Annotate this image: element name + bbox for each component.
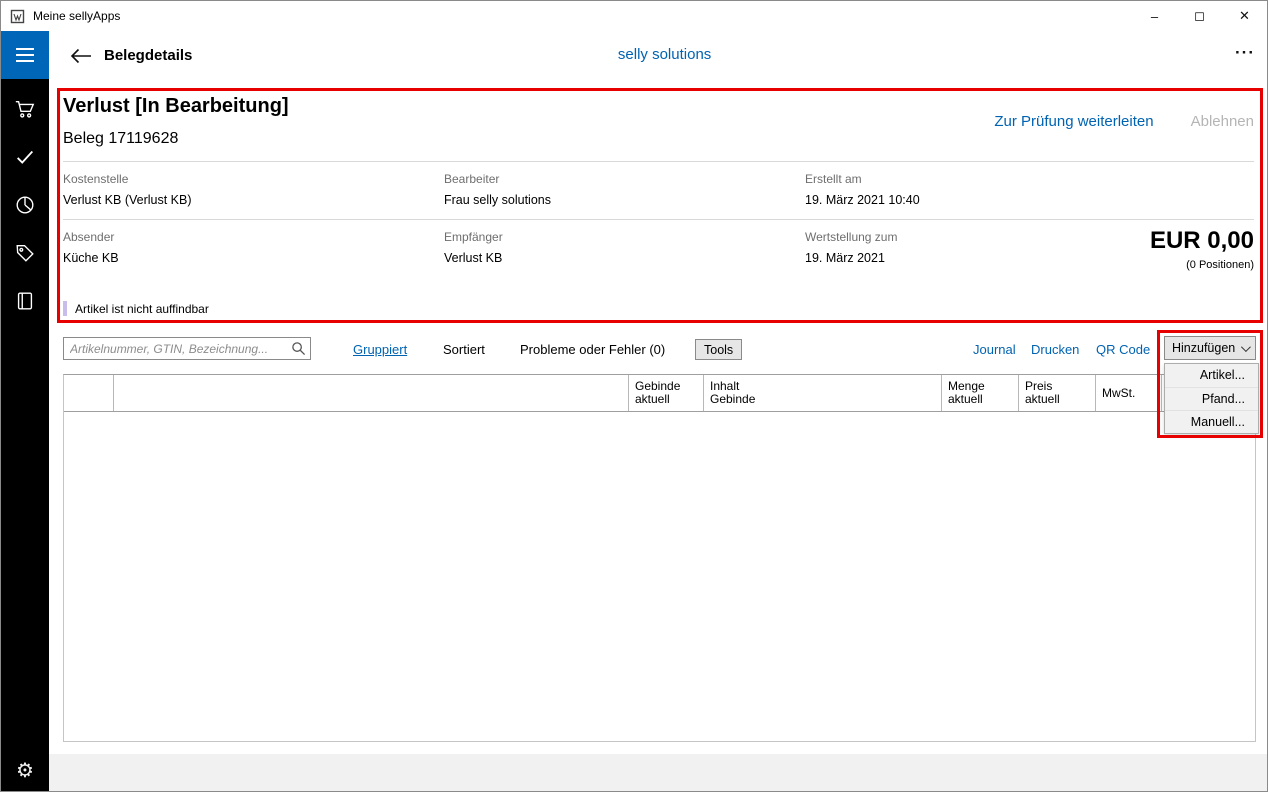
field-value: Frau selly solutions: [444, 193, 551, 207]
maximize-button[interactable]: ◻: [1177, 1, 1222, 31]
details-fields-row-1: Kostenstelle Verlust KB (Verlust KB) Bea…: [63, 172, 1254, 216]
add-button-label: Hinzufügen: [1172, 341, 1235, 355]
search-input[interactable]: [63, 337, 311, 360]
book-icon: [14, 290, 36, 312]
menu-item-pfand[interactable]: Pfand...: [1165, 387, 1258, 410]
field-label: Bearbeiter: [444, 172, 551, 186]
details-actions: Zur Prüfung weiterleiten Ablehnen: [901, 113, 1254, 130]
header-col-0: [64, 375, 114, 411]
hamburger-menu-button[interactable]: [1, 31, 49, 79]
chevron-down-icon: [1241, 342, 1251, 352]
sidebar-item-tasks[interactable]: [1, 137, 49, 177]
window-title: Meine sellyApps: [33, 9, 120, 23]
more-options-button[interactable]: ···: [1235, 43, 1255, 63]
tag-icon: [14, 242, 36, 264]
window-controls: – ◻ ✕: [1132, 1, 1267, 31]
settings-button[interactable]: ⚙: [1, 753, 49, 787]
field-value: 19. März 2021 10:40: [805, 193, 920, 207]
sidebar: ⚙: [1, 31, 49, 792]
back-arrow-icon: [70, 48, 92, 64]
field-value: Verlust KB (Verlust KB): [63, 193, 192, 207]
warning-text: Artikel ist nicht auffindbar: [75, 302, 209, 316]
document-number: Beleg 17119628: [63, 130, 178, 148]
warning-indicator-bar: [63, 301, 67, 316]
divider: [63, 161, 1254, 162]
bottom-strip: [49, 754, 1268, 792]
menu-item-manuell[interactable]: Manuell...: [1165, 410, 1258, 433]
field-label: Absender: [63, 230, 119, 244]
header-col-description: [114, 375, 629, 411]
pie-chart-icon: [14, 194, 36, 216]
gear-icon: ⚙: [16, 758, 34, 783]
field-kostenstelle: Kostenstelle Verlust KB (Verlust KB): [63, 172, 192, 207]
field-label: Kostenstelle: [63, 172, 192, 186]
hamburger-icon: [16, 48, 34, 62]
table-header-row: Gebinde aktuell Inhalt Gebinde Menge akt…: [64, 375, 1255, 412]
tools-button[interactable]: Tools: [695, 339, 742, 360]
add-dropdown-menu: Artikel... Pfand... Manuell...: [1164, 363, 1259, 434]
field-label: Wertstellung zum: [805, 230, 897, 244]
warning-row: Artikel ist nicht auffindbar: [63, 301, 209, 316]
sidebar-item-journal[interactable]: [1, 281, 49, 321]
field-value: Verlust KB: [444, 251, 503, 265]
forward-for-review-link[interactable]: Zur Prüfung weiterleiten: [994, 113, 1153, 130]
app-window: Meine sellyApps – ◻ ✕: [0, 0, 1268, 792]
field-erstellt-am: Erstellt am 19. März 2021 10:40: [805, 172, 920, 207]
field-label: Erstellt am: [805, 172, 920, 186]
field-value: Küche KB: [63, 251, 119, 265]
total-amount: EUR 0,00: [951, 227, 1254, 255]
tools-button-label: Tools: [704, 343, 733, 357]
field-absender: Absender Küche KB: [63, 230, 119, 265]
qr-code-link[interactable]: QR Code: [1096, 342, 1150, 357]
field-bearbeiter: Bearbeiter Frau selly solutions: [444, 172, 551, 207]
grouped-toggle[interactable]: Gruppiert: [353, 342, 407, 357]
header-col-menge-aktuell: Menge aktuell: [942, 375, 1019, 411]
header-col-inhalt-gebinde: Inhalt Gebinde: [704, 375, 942, 411]
search-box: [63, 337, 311, 360]
journal-link[interactable]: Journal: [973, 342, 1016, 357]
field-value: 19. März 2021: [805, 251, 897, 265]
positions-count: (0 Positionen): [951, 259, 1254, 271]
field-label: Empfänger: [444, 230, 503, 244]
appbar: Belegdetails selly solutions ···: [49, 31, 1268, 81]
app-center-title: selly solutions: [618, 46, 711, 63]
field-empfaenger: Empfänger Verlust KB: [444, 230, 503, 265]
titlebar: Meine sellyApps – ◻ ✕: [1, 1, 1267, 31]
table-body-empty: [64, 412, 1255, 742]
cart-icon: [14, 98, 36, 120]
sorted-toggle[interactable]: Sortiert: [443, 342, 485, 357]
document-total: EUR 0,00 (0 Positionen): [951, 227, 1254, 271]
header-col-preis-aktuell: Preis aktuell: [1019, 375, 1096, 411]
page-title: Belegdetails: [104, 47, 192, 64]
print-link[interactable]: Drucken: [1031, 342, 1079, 357]
menu-item-artikel[interactable]: Artikel...: [1165, 364, 1258, 387]
document-title: Verlust [In Bearbeitung]: [63, 95, 289, 118]
reject-link[interactable]: Ablehnen: [1191, 113, 1254, 130]
check-icon: [14, 146, 36, 168]
minimize-button[interactable]: –: [1132, 1, 1177, 31]
back-button[interactable]: [65, 41, 97, 71]
header-col-gebinde-aktuell: Gebinde aktuell: [629, 375, 704, 411]
sidebar-item-cart[interactable]: [1, 89, 49, 129]
sidebar-item-prices[interactable]: [1, 233, 49, 273]
field-wertstellung: Wertstellung zum 19. März 2021: [805, 230, 897, 265]
positions-table: Gebinde aktuell Inhalt Gebinde Menge akt…: [63, 374, 1256, 742]
sidebar-item-reports[interactable]: [1, 185, 49, 225]
header-col-mwst: MwSt.: [1096, 375, 1162, 411]
problems-filter[interactable]: Probleme oder Fehler (0): [520, 342, 665, 357]
app-icon: [10, 9, 25, 24]
search-icon[interactable]: [291, 341, 306, 356]
divider: [63, 219, 1254, 220]
add-button[interactable]: Hinzufügen: [1164, 336, 1256, 360]
close-button[interactable]: ✕: [1222, 1, 1267, 31]
